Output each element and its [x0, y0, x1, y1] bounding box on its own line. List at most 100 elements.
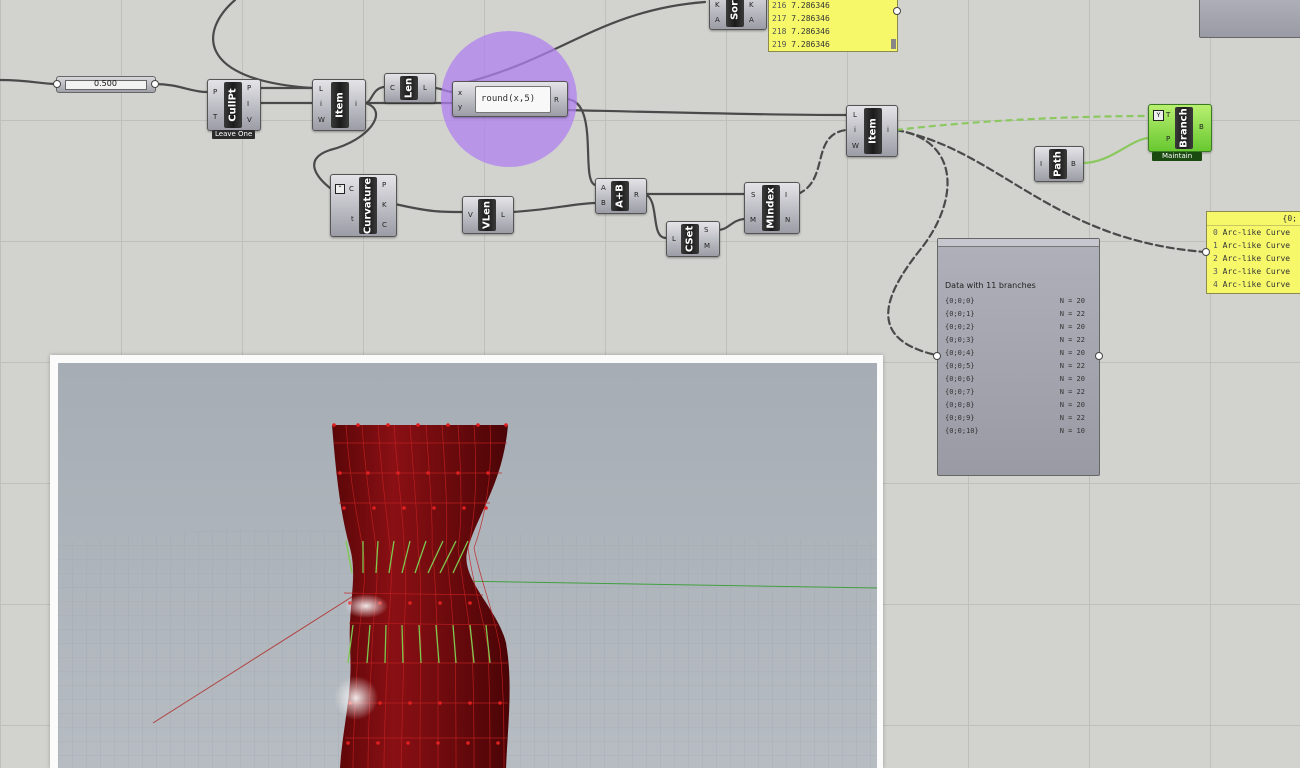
- list-item: 1 Arc-like Curve: [1213, 241, 1291, 250]
- input-pin-c[interactable]: C: [349, 185, 354, 193]
- list-item-component-2[interactable]: L i W Item i: [846, 105, 898, 157]
- component-name: Len: [403, 77, 415, 99]
- output-pin-p[interactable]: P: [382, 181, 386, 189]
- component-name: Item: [867, 118, 879, 144]
- expression-box[interactable]: round(x,5): [475, 86, 551, 113]
- output-pin-l[interactable]: L: [501, 211, 505, 219]
- input-pin-a[interactable]: A: [715, 16, 720, 24]
- component-name: Branch: [1178, 108, 1190, 148]
- specular-highlight: [344, 594, 388, 618]
- list-item: 218 7.286346: [772, 27, 830, 36]
- branch-row: {0;0;1} N = 22: [945, 310, 1085, 318]
- output-pin-m[interactable]: M: [704, 242, 710, 250]
- output-pin-r[interactable]: R: [634, 191, 639, 199]
- branch-mode-tag[interactable]: Maintain: [1152, 152, 1203, 161]
- input-pin-b[interactable]: B: [601, 199, 606, 207]
- output-pin-b[interactable]: B: [1199, 123, 1204, 131]
- output-pin-c[interactable]: C: [382, 221, 387, 229]
- cullpt-mode-tag[interactable]: Leave One: [212, 130, 256, 139]
- output-pin-k[interactable]: K: [749, 1, 754, 9]
- input-pin-l[interactable]: L: [672, 235, 676, 243]
- input-pin-w[interactable]: W: [318, 116, 325, 124]
- output-grip[interactable]: [1095, 352, 1103, 360]
- sort-component[interactable]: K A Sort K A: [709, 0, 767, 30]
- output-pin-i[interactable]: I: [247, 100, 249, 108]
- wire: [212, 0, 314, 90]
- input-pin-c[interactable]: C: [390, 84, 395, 92]
- input-pin-a[interactable]: A: [601, 184, 606, 192]
- number-slider[interactable]: 0.500: [56, 76, 156, 93]
- wire: [716, 217, 746, 232]
- viewport-render: [58, 363, 877, 768]
- create-set-component[interactable]: L CSet S M: [666, 221, 720, 257]
- sort-output-panel[interactable]: 216 7.286346 217 7.286346 218 7.286346 2…: [768, 0, 898, 52]
- component-name: CSet: [684, 225, 696, 253]
- input-grip[interactable]: [933, 352, 941, 360]
- length-component[interactable]: C Len L: [384, 73, 436, 103]
- expression-component[interactable]: x y round(x,5) R: [452, 81, 568, 117]
- output-pin-s[interactable]: S: [704, 226, 708, 234]
- branch-row: {0;0;4} N = 20: [945, 349, 1085, 357]
- input-pin-l[interactable]: L: [853, 111, 857, 119]
- input-grip[interactable]: [53, 80, 61, 88]
- input-pin-s[interactable]: S: [751, 191, 755, 199]
- output-grip[interactable]: [151, 80, 159, 88]
- output-pin-p[interactable]: P: [247, 84, 251, 92]
- input-pin-i[interactable]: I: [1040, 160, 1042, 168]
- input-pin-i[interactable]: i: [854, 126, 856, 134]
- output-grip[interactable]: [893, 7, 901, 15]
- output-pin-l[interactable]: L: [423, 84, 427, 92]
- output-pin-k[interactable]: K: [382, 201, 387, 209]
- expression-text: round(x,5): [481, 94, 536, 104]
- cullpt-component[interactable]: P T CullPt P I V: [207, 79, 261, 131]
- input-pin-p[interactable]: P: [1166, 135, 1170, 143]
- output-pin-r[interactable]: R: [554, 96, 559, 104]
- output-pin-b[interactable]: B: [1071, 160, 1076, 168]
- list-item: 3 Arc-like Curve: [1213, 267, 1291, 276]
- member-index-component[interactable]: S M MIndex I N: [744, 182, 800, 234]
- input-pin-i[interactable]: i: [320, 100, 322, 108]
- list-item-component[interactable]: L i W Item i: [312, 79, 366, 131]
- input-pin-w[interactable]: W: [852, 142, 859, 150]
- wire: [564, 108, 848, 117]
- input-pin-k[interactable]: K: [715, 1, 720, 9]
- output-pin-i[interactable]: i: [355, 100, 357, 108]
- input-pin-v[interactable]: V: [468, 211, 473, 219]
- simplify-icon: Y: [1153, 110, 1164, 121]
- input-pin-p[interactable]: P: [213, 88, 217, 96]
- path-component[interactable]: I Path B: [1034, 146, 1084, 182]
- panel-header[interactable]: [938, 239, 1099, 247]
- input-pin-m[interactable]: M: [750, 216, 756, 224]
- output-pin-v[interactable]: V: [247, 116, 252, 124]
- list-item: 2 Arc-like Curve: [1213, 254, 1291, 263]
- slider-track[interactable]: 0.500: [65, 79, 147, 90]
- input-pin-t[interactable]: t: [351, 215, 354, 223]
- output-pin-n[interactable]: N: [785, 216, 790, 224]
- output-pin-i[interactable]: I: [785, 191, 787, 199]
- output-pin-i[interactable]: i: [887, 126, 889, 134]
- branch-row: {0;0;9} N = 22: [945, 414, 1085, 422]
- input-pin-t[interactable]: T: [213, 113, 217, 121]
- component-name: VLen: [481, 200, 493, 230]
- input-pin-l[interactable]: L: [319, 85, 323, 93]
- wire-dashed-green: [895, 114, 1149, 132]
- branch-row: {0;0;2} N = 20: [945, 323, 1085, 331]
- component-name: Path: [1052, 151, 1064, 177]
- tree-branch-component[interactable]: Y T P Branch B: [1148, 104, 1212, 152]
- input-pin-x[interactable]: x: [458, 89, 462, 97]
- grasshopper-canvas[interactable]: 0.500 P T CullPt P I V Leave One L i W I…: [0, 0, 1300, 768]
- input-pin-t[interactable]: T: [1166, 111, 1170, 119]
- data-tree-panel[interactable]: Data with 11 branches {0;0;0} N = 20 {0;0…: [937, 238, 1100, 476]
- panel-fragment[interactable]: [1199, 0, 1300, 38]
- curvature-component[interactable]: ⌃ C t Curvature P K C: [330, 174, 397, 237]
- list-item: 0 Arc-like Curve: [1213, 228, 1291, 237]
- wire: [363, 85, 386, 105]
- vector-length-component[interactable]: V VLen L: [462, 196, 514, 234]
- input-grip[interactable]: [1202, 248, 1210, 256]
- curve-output-panel[interactable]: {0; 0 Arc-like Curve 1 Arc-like Curve 2 …: [1206, 211, 1300, 294]
- addition-component[interactable]: A B A+B R: [595, 178, 647, 214]
- input-pin-y[interactable]: y: [458, 103, 462, 111]
- panel-scrollbar[interactable]: [891, 39, 896, 49]
- branch-row: {0;0;5} N = 22: [945, 362, 1085, 370]
- output-pin-a[interactable]: A: [749, 16, 754, 24]
